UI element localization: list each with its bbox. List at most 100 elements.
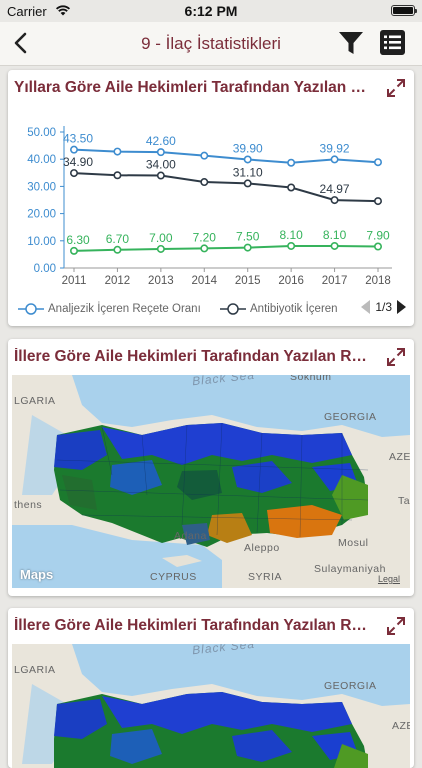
y-tick-label: 50.00 [27, 127, 56, 139]
map-label-tab: Ta [398, 495, 410, 507]
map-card-2-title: İllere Göre Aile Hekimleri Tarafından Ya… [14, 617, 369, 634]
map-graphic [12, 375, 410, 588]
map-label-adana: Adana [174, 530, 207, 542]
legend-label: Antibiyotik İçeren [250, 303, 338, 315]
data-point [287, 183, 296, 192]
map-label-bulgaria: LGARIA [14, 395, 56, 407]
status-bar: Carrier 6:12 PM [0, 0, 422, 22]
x-tick-label: 2012 [105, 275, 131, 287]
province-map-2[interactable]: Black Sea LGARIA GEORGIA AZE [12, 644, 410, 768]
map-card-2: İllere Göre Aile Hekimleri Tarafından Ya… [8, 608, 414, 768]
pager-next-icon[interactable] [397, 300, 406, 314]
data-label: 34.00 [146, 158, 176, 172]
data-point [113, 245, 122, 254]
data-point [330, 196, 339, 205]
data-point [243, 243, 252, 252]
data-point [113, 147, 122, 156]
legend-marker-icon [220, 303, 246, 315]
map-label-syria: SYRIA [248, 571, 283, 583]
map-label-sulaymaniyah: Sulaymaniyah [314, 563, 386, 575]
map-label-georgia: GEORGIA [324, 680, 377, 692]
x-tick-label: 2016 [278, 275, 304, 287]
map-graphic-2 [22, 644, 410, 768]
expand-icon[interactable] [387, 617, 405, 635]
data-point [113, 171, 122, 180]
data-label: 42.60 [146, 134, 176, 148]
data-point [373, 242, 382, 251]
x-tick-label: 2015 [235, 275, 261, 287]
map-label-bulgaria: LGARIA [14, 664, 56, 676]
data-point [156, 148, 165, 157]
data-label: 24.97 [320, 182, 350, 196]
battery-icon [391, 5, 417, 16]
data-point [156, 171, 165, 180]
data-label: 7.00 [149, 231, 173, 245]
legend-pager: 1/3 [361, 300, 406, 314]
navigation-bar: 9 - İlaç İstatistikleri [0, 22, 422, 66]
x-tick-label: 2011 [62, 275, 87, 287]
data-point [200, 178, 209, 187]
data-label: 39.92 [320, 141, 350, 155]
status-time: 6:12 PM [184, 3, 238, 19]
y-tick-label: 0.00 [34, 263, 56, 275]
data-point [243, 179, 252, 188]
y-tick-label: 10.00 [27, 236, 56, 248]
data-point [287, 158, 296, 167]
data-label: 7.50 [236, 230, 260, 244]
data-label: 39.90 [233, 141, 263, 155]
data-label: 8.10 [323, 228, 347, 242]
x-tick-label: 2018 [365, 275, 391, 287]
legend-item-analjezik[interactable]: Analjezik İçeren Reçete Oranı [18, 302, 201, 316]
data-point [69, 246, 78, 255]
data-point [373, 197, 382, 206]
data-label: 6.70 [106, 232, 130, 246]
filter-icon[interactable] [338, 30, 364, 56]
data-point [156, 244, 165, 253]
province-map[interactable]: Black Sea LGARIA Sokhum GEORGIA AZEI the… [12, 375, 410, 588]
x-tick-label: 2017 [322, 275, 348, 287]
chart-legend: Analjezik İçeren Reçete Oranı Antibiyoti… [8, 298, 414, 322]
y-tick-label: 30.00 [27, 181, 56, 193]
map-label-azer: AZE [392, 720, 410, 732]
map-label-mosul: Mosul [338, 537, 369, 549]
line-chart: 0.00 10.00 20.00 30.00 40.00 50.00 2011 2012 201… [27, 126, 392, 287]
data-point [243, 155, 252, 164]
map-card: İllere Göre Aile Hekimleri Tarafından Ya… [8, 339, 414, 596]
map-label-cyprus: CYPRUS [150, 571, 197, 583]
expand-icon[interactable] [387, 348, 405, 366]
data-label: 6.30 [66, 233, 90, 247]
data-point [200, 244, 209, 253]
data-point [330, 155, 339, 164]
map-label-aleppo: Aleppo [244, 542, 280, 554]
legal-link[interactable]: Legal [378, 574, 400, 584]
data-point [373, 158, 382, 167]
data-label: 8.10 [279, 228, 303, 242]
data-label: 31.10 [233, 165, 263, 179]
map-label-sokhumi: Sokhum [290, 375, 332, 383]
x-tick-label: 2013 [148, 275, 174, 287]
x-tick-label: 2014 [191, 275, 217, 287]
y-tick-label: 20.00 [27, 209, 56, 221]
data-point [287, 241, 296, 250]
data-point [69, 169, 78, 178]
pager-label: 1/3 [375, 300, 392, 314]
data-point [330, 241, 339, 250]
data-point [200, 151, 209, 160]
expand-icon[interactable] [387, 79, 405, 97]
pager-prev-icon[interactable] [361, 300, 371, 314]
data-label: 34.90 [63, 155, 93, 169]
chart-card: Yıllara Göre Aile Hekimleri Tarafından Y… [8, 70, 414, 326]
map-label-georgia: GEORGIA [324, 411, 377, 423]
apple-maps-logo: Maps [20, 567, 54, 582]
legend-label: Analjezik İçeren Reçete Oranı [48, 303, 201, 315]
list-menu-icon[interactable] [379, 29, 406, 56]
data-label: 7.20 [193, 230, 217, 244]
map-label-athens: thens [14, 499, 43, 511]
data-label: 7.90 [366, 229, 390, 243]
legend-item-antibiyotik[interactable]: Antibiyotik İçeren [220, 302, 338, 316]
y-tick-label: 40.00 [27, 154, 56, 166]
chart-card-title: Yıllara Göre Aile Hekimleri Tarafından Y… [14, 79, 369, 96]
data-label: 43.50 [63, 132, 93, 146]
map-label-azer: AZEI [389, 451, 410, 463]
map-card-title: İllere Göre Aile Hekimleri Tarafından Ya… [14, 348, 369, 365]
